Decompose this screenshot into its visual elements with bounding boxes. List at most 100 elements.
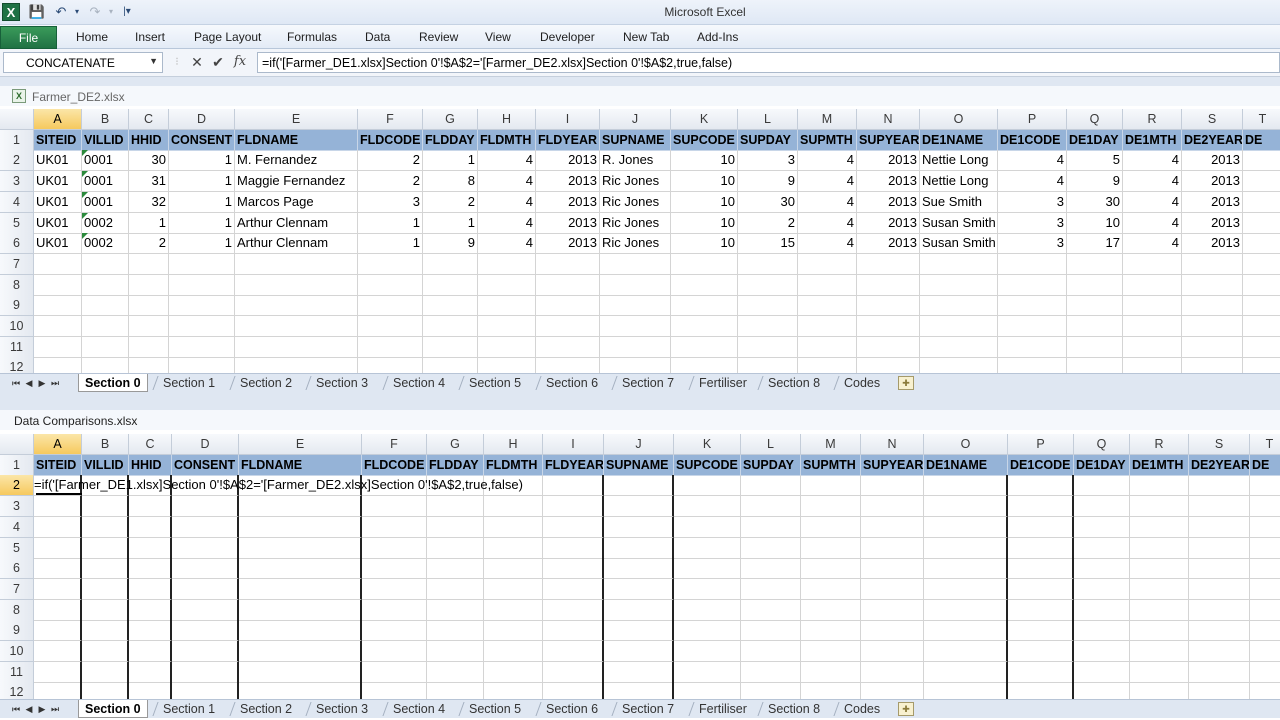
cell[interactable]: [484, 641, 543, 662]
sheet-tab-section-5[interactable]: Section 5: [469, 700, 521, 718]
data-cell[interactable]: 2013: [1182, 233, 1243, 255]
tab-new-tab[interactable]: New Tab: [623, 30, 669, 44]
column-header-r[interactable]: R: [1123, 109, 1182, 130]
sheet-tab-section-7[interactable]: Section 7: [622, 374, 674, 392]
workbook-title-bar[interactable]: Data Comparisons.xlsx: [0, 410, 1280, 430]
data-cell[interactable]: 4: [798, 150, 857, 172]
field-header-cell[interactable]: DE1CODE: [1008, 454, 1074, 476]
sheet-tab-codes[interactable]: Codes: [844, 700, 880, 718]
cell[interactable]: [427, 537, 484, 559]
column-header-h[interactable]: H: [478, 109, 536, 130]
cell[interactable]: [427, 578, 484, 600]
field-header-cell[interactable]: SUPCODE: [674, 454, 741, 476]
cell[interactable]: [82, 316, 129, 337]
cell[interactable]: [674, 516, 741, 538]
cell[interactable]: [1130, 641, 1189, 662]
cell[interactable]: [484, 661, 543, 683]
prev-sheet-icon[interactable]: ◀: [23, 702, 35, 716]
cell[interactable]: [924, 641, 1008, 662]
data-cell[interactable]: 2013: [1182, 191, 1243, 213]
cell[interactable]: [798, 357, 857, 373]
column-header-m[interactable]: M: [801, 434, 861, 455]
data-cell[interactable]: 5: [1067, 150, 1123, 172]
cell[interactable]: [1074, 641, 1130, 662]
cell[interactable]: [671, 357, 738, 373]
data-cell[interactable]: 1: [423, 212, 478, 234]
cell[interactable]: [536, 295, 600, 317]
cell[interactable]: [34, 357, 82, 373]
cell[interactable]: [674, 537, 741, 559]
column-header-d[interactable]: D: [172, 434, 239, 455]
column-header-k[interactable]: K: [674, 434, 741, 455]
field-header-cell[interactable]: SITEID: [34, 454, 82, 476]
field-header-cell[interactable]: HHID: [129, 129, 169, 151]
cell[interactable]: [362, 558, 427, 580]
cell[interactable]: [604, 620, 674, 642]
cell[interactable]: [239, 620, 362, 642]
cell[interactable]: [920, 295, 998, 317]
cell[interactable]: [674, 682, 741, 700]
data-cell[interactable]: 2013: [1182, 150, 1243, 172]
data-cell[interactable]: 17: [1067, 233, 1123, 255]
cell[interactable]: [129, 253, 169, 275]
cell[interactable]: [920, 274, 998, 296]
data-cell[interactable]: 4: [1123, 191, 1182, 213]
cell[interactable]: [861, 620, 924, 642]
cell[interactable]: [362, 599, 427, 621]
data-cell[interactable]: 4: [798, 191, 857, 213]
field-header-cell[interactable]: HHID: [129, 454, 172, 476]
field-header-cell[interactable]: SITEID: [34, 129, 82, 151]
worksheet-grid[interactable]: A B C D E F G H I J K L M N O P Q R S T 1 SITEID VILLID HHID CON…: [0, 109, 1280, 373]
cell[interactable]: [34, 620, 82, 642]
data-cell[interactable]: 4: [798, 212, 857, 234]
field-header-cell[interactable]: DE2YEAR: [1182, 129, 1243, 151]
cell[interactable]: [129, 537, 172, 559]
cell[interactable]: [172, 516, 239, 538]
cell[interactable]: [924, 496, 1008, 518]
column-header-j[interactable]: J: [600, 109, 671, 130]
cell[interactable]: [1182, 295, 1243, 317]
data-cell[interactable]: 4: [478, 191, 536, 213]
cell[interactable]: [172, 496, 239, 518]
cell[interactable]: [82, 641, 129, 662]
cell[interactable]: [998, 336, 1067, 358]
cell[interactable]: [924, 537, 1008, 559]
data-cell[interactable]: 2013: [857, 150, 920, 172]
cell[interactable]: [604, 661, 674, 683]
column-header-t[interactable]: T: [1243, 109, 1280, 130]
cell[interactable]: [34, 496, 82, 518]
cell[interactable]: [235, 274, 358, 296]
cell[interactable]: [1130, 620, 1189, 642]
field-header-cell[interactable]: FLDCODE: [358, 129, 423, 151]
cell[interactable]: [1008, 620, 1074, 642]
field-header-cell[interactable]: DE1DAY: [1067, 129, 1123, 151]
cell[interactable]: [1074, 682, 1130, 700]
cell[interactable]: [741, 620, 801, 642]
cell[interactable]: [1123, 274, 1182, 296]
tab-view[interactable]: View: [485, 30, 511, 44]
data-cell[interactable]: 4: [798, 233, 857, 255]
data-cell[interactable]: UK01: [34, 171, 82, 193]
tab-add-ins[interactable]: Add-Ins: [697, 30, 738, 44]
sheet-tab-section-2[interactable]: Section 2: [240, 700, 292, 718]
field-header-cell[interactable]: DE1MTH: [1123, 129, 1182, 151]
cell[interactable]: [239, 537, 362, 559]
workbook-title-bar[interactable]: X Farmer_DE2.xlsx: [0, 86, 1280, 106]
data-cell[interactable]: 9: [738, 171, 798, 193]
cell[interactable]: [1250, 517, 1280, 538]
cell[interactable]: [239, 578, 362, 600]
field-header-cell[interactable]: DE1MTH: [1130, 454, 1189, 476]
cell[interactable]: [1008, 661, 1074, 683]
cell[interactable]: [82, 558, 129, 580]
cell[interactable]: [235, 357, 358, 373]
cell[interactable]: [235, 253, 358, 275]
cell[interactable]: [1189, 496, 1250, 518]
cell[interactable]: [861, 661, 924, 683]
data-cell[interactable]: 4: [1123, 150, 1182, 172]
cell[interactable]: [1182, 357, 1243, 373]
column-header-s[interactable]: S: [1182, 109, 1243, 130]
next-sheet-icon[interactable]: ▶: [36, 702, 48, 716]
sheet-tab-section-6[interactable]: Section 6: [546, 374, 598, 392]
cell[interactable]: [1182, 253, 1243, 275]
row-header-9[interactable]: 9: [0, 295, 34, 317]
